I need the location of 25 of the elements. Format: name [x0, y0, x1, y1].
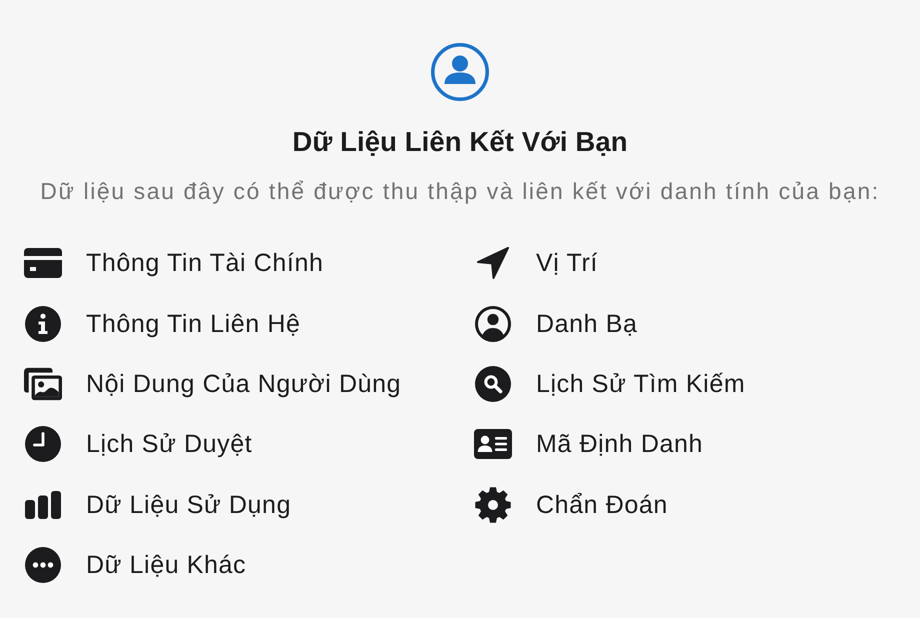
bar-chart-icon	[25, 490, 61, 519]
category-label: Mã Định Danh	[536, 429, 704, 460]
category-label: Thông Tin Tài Chính	[86, 248, 324, 278]
ellipsis-icon	[25, 547, 61, 584]
category-label: Thông Tin Liên Hệ	[86, 308, 300, 339]
credit-card-icon	[24, 248, 62, 278]
photos-icon	[24, 366, 62, 401]
clock-icon	[25, 426, 61, 462]
category-label: Dữ Liệu Khác	[86, 550, 246, 580]
sheet-title: Dữ Liệu Liên Kết Với Bạn	[292, 126, 628, 158]
id-card-icon	[474, 429, 512, 460]
person-circle-icon	[431, 43, 489, 101]
person-circle-icon	[475, 306, 511, 342]
search-icon	[475, 366, 511, 402]
category-label: Dữ Liệu Sử Dụng	[86, 490, 292, 520]
category-label: Nội Dung Của Người Dùng	[86, 368, 402, 399]
sheet-subtitle: Dữ liệu sau đây có thể được thu thập và liên kết với danh tính của bạn:	[40, 177, 880, 205]
gear-icon	[475, 486, 511, 523]
category-label: Chẩn Đoán	[536, 490, 668, 520]
location-arrow-icon	[476, 246, 510, 280]
category-label: Lịch Sử Duyệt	[86, 429, 252, 460]
category-label: Lịch Sử Tìm Kiếm	[536, 368, 746, 399]
category-label: Danh Bạ	[536, 308, 638, 339]
category-label: Vị Trí	[536, 248, 598, 278]
info-icon	[25, 306, 61, 342]
